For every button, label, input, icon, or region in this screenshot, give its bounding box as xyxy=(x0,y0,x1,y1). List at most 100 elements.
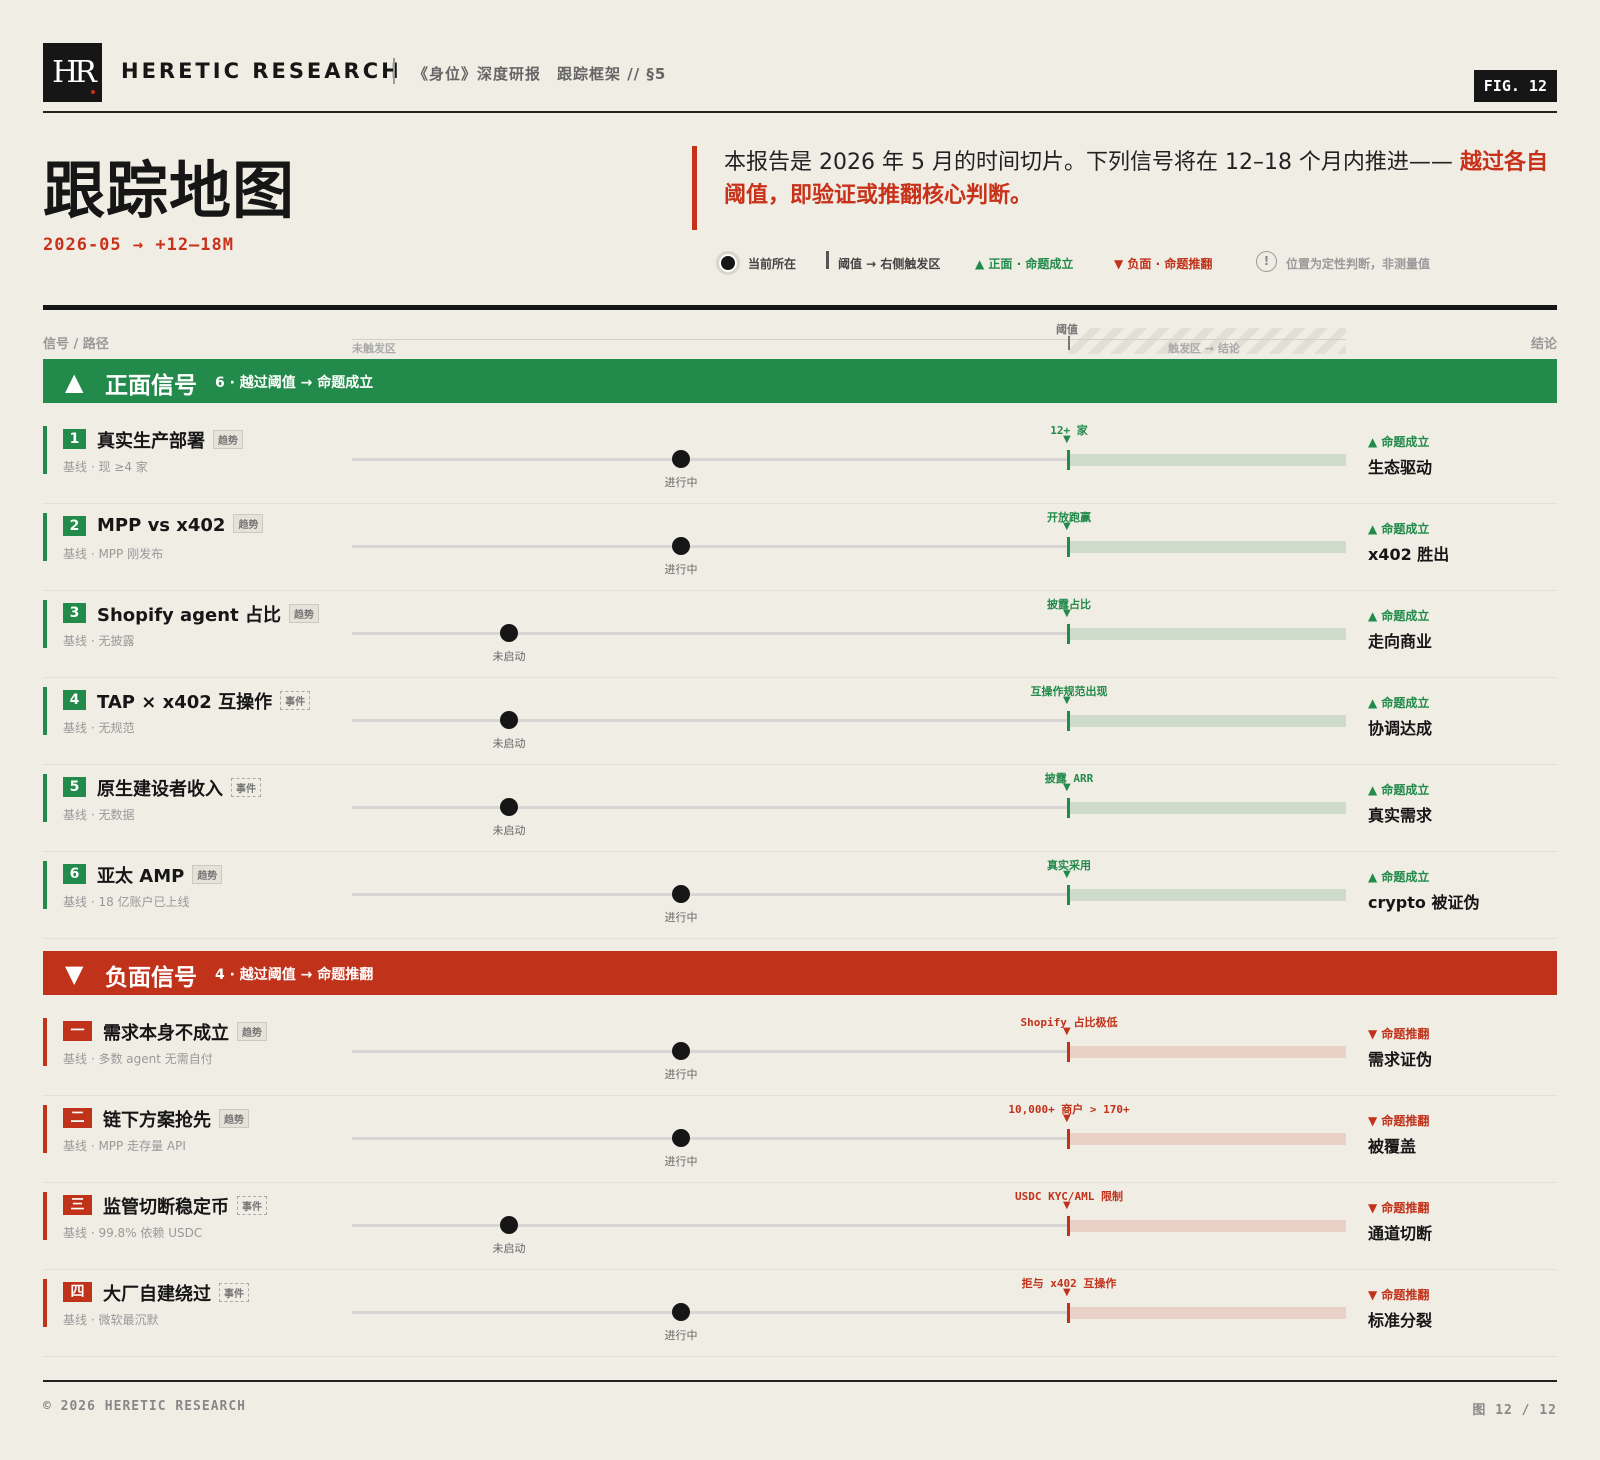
footer-page-number: 图 12 / 12 xyxy=(1472,1403,1557,1418)
signal-title: TAP × x402 互操作 事件 xyxy=(97,688,311,714)
signal-title: MPP vs x402 趋势 xyxy=(97,514,264,536)
column-signal: 信号 / 路径 xyxy=(43,337,109,352)
row-accent xyxy=(43,426,47,474)
section-summary: 6 · 越过阈值 → 命题成立 xyxy=(215,375,374,391)
outcome-label: ▼ 命题推翻 xyxy=(1368,1201,1430,1215)
signal-type-tag: 趋势 xyxy=(288,604,319,623)
signal-number: 一 xyxy=(63,1021,92,1041)
section-title: 正面信号 xyxy=(105,373,197,399)
threshold-marker xyxy=(1067,1129,1070,1149)
status-label: 未启动 xyxy=(492,824,526,837)
signal-number: 3 xyxy=(63,603,86,623)
trigger-zone xyxy=(1068,1133,1346,1145)
progress-track xyxy=(352,1050,1067,1053)
signal-number: 2 xyxy=(63,516,86,536)
conclusion-label: 标准分裂 xyxy=(1368,1311,1433,1330)
axis-untriggered-label: 未触发区 xyxy=(352,342,396,355)
row-accent xyxy=(43,687,47,735)
signal-baseline: 基线 · 微软最沉默 xyxy=(63,1313,159,1327)
signal-type-tag: 趋势 xyxy=(219,1109,249,1128)
outcome-label: ▲ 命题成立 xyxy=(1368,783,1430,797)
signal-title: 大厂自建绕过 事件 xyxy=(103,1280,249,1306)
signal-type-tag: 趋势 xyxy=(192,865,223,884)
signal-number: 4 xyxy=(63,690,86,710)
outcome-label: ▲ 命题成立 xyxy=(1368,435,1430,449)
outcome-label: ▲ 命题成立 xyxy=(1368,609,1430,623)
triangle-up-icon: ▲ xyxy=(65,368,84,396)
info-icon: ! xyxy=(1256,251,1277,272)
conclusion-label: 被覆盖 xyxy=(1368,1137,1417,1156)
signal-title-text: MPP vs x402 xyxy=(97,515,226,536)
positive-signal-row: 1 真实生产部署 趋势 基线 · 现 ≥4 家 12+ 家 ▼ 进行中 ▲ 命题成立 生态驱动 xyxy=(43,418,1557,504)
row-accent xyxy=(43,1105,47,1153)
footer-divider xyxy=(43,1380,1557,1382)
signal-title: 监管切断稳定币 事件 xyxy=(103,1193,267,1219)
signal-title-text: 大厂自建绕过 xyxy=(103,1284,211,1305)
signal-type-tag: 趋势 xyxy=(233,514,264,533)
current-position-dot xyxy=(500,1216,518,1234)
current-position-dot xyxy=(672,537,690,555)
outcome-label: ▲ 命题成立 xyxy=(1368,522,1430,536)
signal-number: 四 xyxy=(63,1282,92,1302)
signal-title-text: 链下方案抢先 xyxy=(103,1110,211,1131)
row-accent xyxy=(43,1279,47,1327)
current-position-dot xyxy=(672,450,690,468)
signal-title-text: 亚太 AMP xyxy=(97,866,185,887)
page-header: HR HERETIC RESEARCH 《身位》深度研报 跟踪框架 // §5 … xyxy=(43,43,1557,113)
outcome-label: ▲ 命题成立 xyxy=(1368,870,1430,884)
row-accent xyxy=(43,1192,47,1240)
signal-number: 二 xyxy=(63,1108,92,1128)
row-accent xyxy=(43,861,47,909)
threshold-marker xyxy=(1067,885,1070,905)
negative-signal-row: 一需求本身不成立 趋势 基线 · 多数 agent 无需自付 Shopify 占比极低… xyxy=(43,1010,1557,1096)
signal-type-tag: 事件 xyxy=(237,1196,267,1215)
row-accent xyxy=(43,600,47,648)
threshold-marker xyxy=(1067,798,1070,818)
signal-title: 亚太 AMP 趋势 xyxy=(97,862,223,888)
conclusion-label: 走向商业 xyxy=(1368,632,1433,651)
current-position-dot xyxy=(500,711,518,729)
progress-track xyxy=(352,458,1067,461)
conclusion-label: 生态驱动 xyxy=(1368,458,1433,477)
trigger-zone xyxy=(1068,715,1346,727)
positive-signal-row: 3 Shopify agent 占比 趋势 基线 · 无披露 披露占比 ▼ 未启动 ▲ 命题成… xyxy=(43,592,1557,678)
progress-track xyxy=(352,545,1067,548)
row-accent xyxy=(43,774,47,822)
trigger-zone xyxy=(1068,889,1346,901)
conclusion-label: 通道切断 xyxy=(1368,1224,1433,1243)
positive-signal-row: 2 MPP vs x402 趋势 基线 · MPP 刚发布 开放跑赢 ▼ 进行中 ▲ 命题成立… xyxy=(43,505,1557,591)
current-position-dot xyxy=(672,1042,690,1060)
current-position-dot xyxy=(672,1303,690,1321)
signal-number: 1 xyxy=(63,429,86,449)
logo-dot xyxy=(91,90,95,94)
progress-track xyxy=(352,1137,1067,1140)
current-position-icon xyxy=(716,251,740,275)
trigger-zone xyxy=(1068,628,1346,640)
outcome-label: ▼ 命题推翻 xyxy=(1368,1288,1430,1302)
signal-type-tag: 趋势 xyxy=(213,430,243,449)
threshold-marker xyxy=(1067,624,1070,644)
signal-title-text: TAP × x402 互操作 xyxy=(97,692,273,713)
outcome-label: ▲ 命题成立 xyxy=(1368,696,1430,710)
section-divider xyxy=(43,305,1557,310)
signal-baseline: 基线 · 多数 agent 无需自付 xyxy=(63,1052,213,1066)
status-label: 进行中 xyxy=(664,563,698,576)
trigger-zone xyxy=(1068,454,1346,466)
current-position-dot xyxy=(672,885,690,903)
signal-title-text: Shopify agent 占比 xyxy=(97,605,281,626)
signal-title-text: 真实生产部署 xyxy=(97,431,205,452)
progress-track xyxy=(352,1224,1067,1227)
section-title: 负面信号 xyxy=(105,965,197,991)
threshold-arrow-icon: ▼ xyxy=(1063,1026,1071,1037)
page-title: 跟踪地图 xyxy=(43,154,296,227)
figure-badge: FIG. 12 xyxy=(1473,70,1557,102)
status-label: 进行中 xyxy=(664,476,698,489)
signal-type-tag: 事件 xyxy=(280,691,311,710)
trigger-zone xyxy=(1068,1307,1346,1319)
row-accent xyxy=(43,513,47,561)
status-label: 进行中 xyxy=(664,1329,698,1342)
trigger-zone xyxy=(1068,1220,1346,1232)
negative-section-header: ▼ 负面信号 4 · 越过阈值 → 命题推翻 xyxy=(43,951,1557,995)
progress-track xyxy=(352,632,1067,635)
threshold-marker xyxy=(1067,537,1070,557)
